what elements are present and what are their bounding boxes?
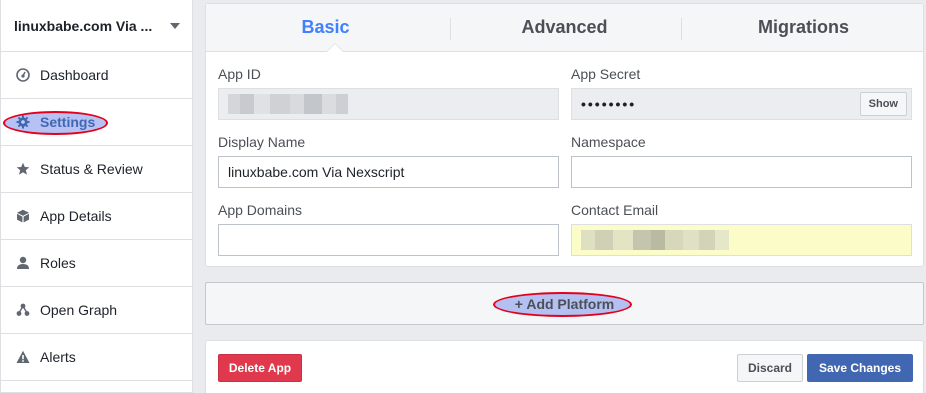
graph-icon xyxy=(15,302,31,318)
warning-icon xyxy=(15,349,31,365)
app-id-field xyxy=(218,88,559,120)
chevron-down-icon[interactable] xyxy=(170,22,180,29)
action-bar: Delete App Discard Save Changes xyxy=(205,340,924,393)
sidebar-item-label: Roles xyxy=(40,255,76,271)
sidebar-item-roles[interactable]: Roles xyxy=(1,240,192,287)
add-platform-button[interactable]: + Add Platform xyxy=(205,282,924,325)
app-id-label: App ID xyxy=(218,66,261,82)
save-changes-button[interactable]: Save Changes xyxy=(807,354,913,382)
gear-icon xyxy=(15,114,31,130)
star-icon xyxy=(15,161,31,177)
show-secret-button[interactable]: Show xyxy=(859,92,907,116)
contact-email-label: Contact Email xyxy=(571,202,659,218)
sidebar-item-status-review[interactable]: Status & Review xyxy=(1,146,192,193)
redacted-contact-email xyxy=(581,230,729,250)
app-domains-label: App Domains xyxy=(218,202,303,218)
app-domains-input[interactable] xyxy=(218,224,559,256)
redacted-app-id xyxy=(228,94,348,114)
active-tab-pointer-fill xyxy=(327,44,343,52)
add-platform-label: + Add Platform xyxy=(514,295,615,312)
contact-email-input[interactable] xyxy=(571,224,912,256)
sidebar-item-label: Settings xyxy=(40,114,96,130)
sidebar: linuxbabe.com Via ... Dashboard Settings… xyxy=(0,0,193,393)
sidebar-item-settings[interactable]: Settings xyxy=(1,99,192,146)
display-name-label: Display Name xyxy=(218,134,306,150)
namespace-input[interactable] xyxy=(571,156,912,188)
discard-button[interactable]: Discard xyxy=(737,354,803,382)
display-name-input[interactable]: linuxbabe.com Via Nexscript xyxy=(218,156,559,188)
person-icon xyxy=(15,255,31,271)
sidebar-item-label: Status & Review xyxy=(40,161,143,177)
basic-settings-panel: Basic Advanced Migrations App ID App Sec… xyxy=(205,3,924,267)
app-secret-label: App Secret xyxy=(571,66,641,82)
tab-migrations[interactable]: Migrations xyxy=(684,4,923,51)
sidebar-item-app-details[interactable]: App Details xyxy=(1,193,192,240)
tab-divider xyxy=(681,18,682,40)
tab-advanced[interactable]: Advanced xyxy=(445,4,684,51)
app-secret-value: •••••••• xyxy=(581,96,637,112)
sidebar-item-label: Alerts xyxy=(40,349,76,365)
cube-icon xyxy=(15,208,31,224)
sidebar-item-dashboard[interactable]: Dashboard xyxy=(1,52,192,99)
delete-app-button[interactable]: Delete App xyxy=(218,354,302,382)
sidebar-item-alerts[interactable]: Alerts xyxy=(1,334,192,381)
sidebar-item-label: Open Graph xyxy=(40,302,118,318)
dashboard-icon xyxy=(15,67,31,83)
sidebar-item-label: Dashboard xyxy=(40,67,109,83)
tab-divider xyxy=(450,18,451,40)
namespace-label: Namespace xyxy=(571,134,646,150)
app-secret-field: •••••••• Show xyxy=(571,88,912,120)
app-name: linuxbabe.com Via ... xyxy=(14,17,153,34)
app-selector[interactable]: linuxbabe.com Via ... xyxy=(1,0,192,52)
sidebar-item-label: App Details xyxy=(40,208,112,224)
settings-tabs: Basic Advanced Migrations xyxy=(206,4,923,52)
sidebar-item-open-graph[interactable]: Open Graph xyxy=(1,287,192,334)
